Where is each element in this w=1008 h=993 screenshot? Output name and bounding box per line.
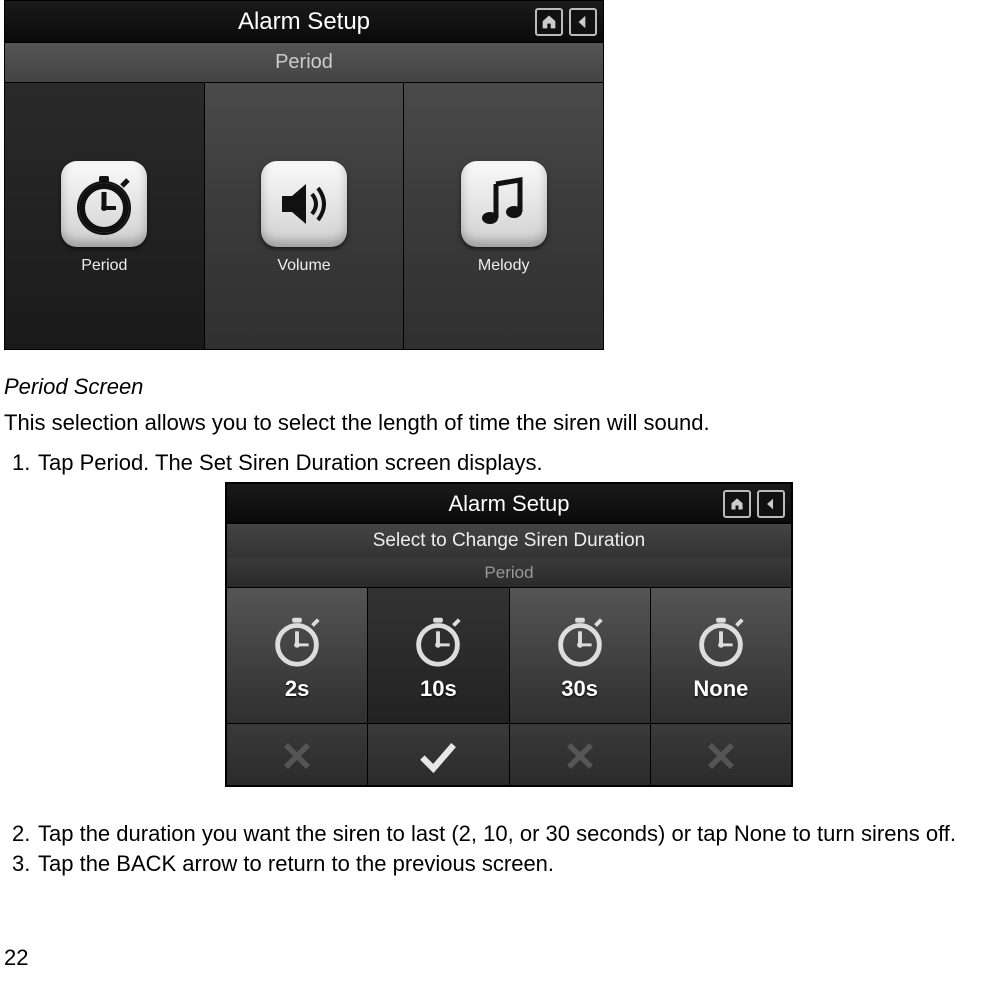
alarm-setup-screenshot: Alarm Setup Period [4, 0, 604, 350]
clock-icon [690, 610, 752, 672]
selected-mark [368, 723, 508, 787]
siren-duration-screenshot: Alarm Setup Select to Change Siren Durat… [225, 482, 793, 787]
tile-label: Period [81, 257, 127, 275]
unselected-mark [510, 723, 650, 787]
duration-options: 2s 10s [227, 588, 791, 787]
speaker-icon [261, 161, 347, 247]
option-value: 10s [420, 676, 457, 702]
clock-icon [61, 161, 147, 247]
back-icon[interactable] [569, 8, 597, 36]
clock-icon [266, 610, 328, 672]
title-bar-icons [723, 490, 785, 518]
title-bar-icons [535, 8, 597, 36]
tile-volume[interactable]: Volume [205, 83, 405, 350]
step-3: 3.Tap the BACK arrow to return to the pr… [12, 851, 1008, 877]
home-icon[interactable] [535, 8, 563, 36]
tile-row: Period Volume Mel [5, 83, 603, 350]
tile-period[interactable]: Period [5, 83, 205, 350]
option-none[interactable]: None [651, 588, 791, 787]
title-bar-text: Alarm Setup [238, 8, 370, 36]
unselected-mark [227, 723, 367, 787]
title-bar-text: Alarm Setup [448, 491, 569, 517]
option-value: 30s [561, 676, 598, 702]
tile-melody[interactable]: Melody [404, 83, 603, 350]
subtitle-line-b: Period [227, 558, 791, 588]
title-bar: Alarm Setup [5, 1, 603, 43]
option-2s[interactable]: 2s [227, 588, 368, 787]
tile-label: Melody [478, 257, 530, 275]
home-icon[interactable] [723, 490, 751, 518]
clock-icon [407, 610, 469, 672]
unselected-mark [651, 723, 791, 787]
option-value: None [693, 676, 748, 702]
music-icon [461, 161, 547, 247]
intro-text: This selection allows you to select the … [4, 410, 1008, 436]
title-bar: Alarm Setup [227, 484, 791, 524]
option-value: 2s [285, 676, 309, 702]
option-30s[interactable]: 30s [510, 588, 651, 787]
page-number: 22 [4, 945, 28, 971]
subtitle-bar: Period [5, 43, 603, 83]
back-icon[interactable] [757, 490, 785, 518]
option-10s[interactable]: 10s [368, 588, 509, 787]
subtitle-line-a: Select to Change Siren Duration [227, 524, 791, 558]
tile-label: Volume [277, 257, 330, 275]
section-heading: Period Screen [4, 374, 1008, 400]
clock-icon [549, 610, 611, 672]
step-1: 1.Tap Period. The Set Siren Duration scr… [12, 450, 1008, 476]
step-2: 2.Tap the duration you want the siren to… [12, 821, 1008, 847]
